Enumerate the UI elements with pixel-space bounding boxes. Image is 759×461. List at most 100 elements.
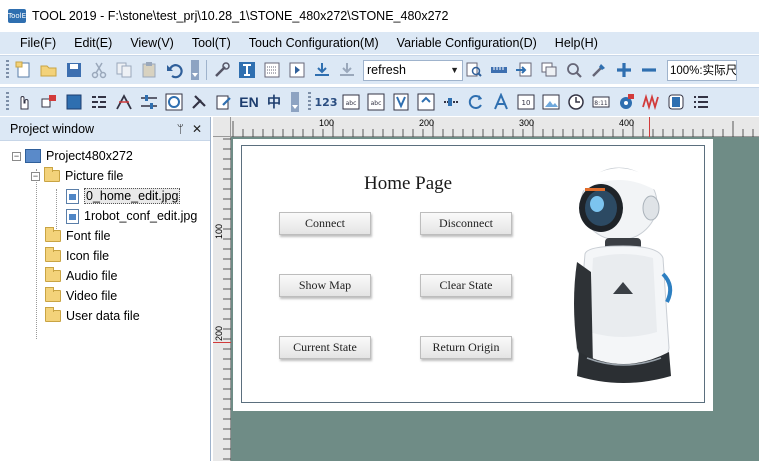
list-icon[interactable] bbox=[690, 91, 712, 113]
menu-file[interactable]: File(F) bbox=[20, 36, 56, 50]
clear-state-button[interactable]: Clear State bbox=[420, 274, 512, 297]
zoom-out-icon[interactable] bbox=[638, 59, 660, 81]
expand-icon[interactable] bbox=[415, 91, 437, 113]
undo-icon[interactable] bbox=[163, 59, 185, 81]
english-language-button[interactable]: EN bbox=[238, 91, 260, 113]
tree-item-picture-file[interactable]: 1robot_conf_edit.jpg bbox=[66, 206, 197, 226]
toolbar-overflow-icon[interactable] bbox=[191, 60, 199, 80]
tree-item-picture-folder[interactable]: − Picture file bbox=[31, 166, 123, 186]
app-icon: ToolE bbox=[8, 9, 26, 23]
show-map-button[interactable]: Show Map bbox=[279, 274, 371, 297]
command-combo[interactable]: refresh ▼ bbox=[363, 59, 463, 81]
svg-text:8:11: 8:11 bbox=[594, 100, 608, 107]
edit-icon[interactable] bbox=[213, 91, 235, 113]
align-icon[interactable] bbox=[88, 91, 110, 113]
menu-variable-configuration[interactable]: Variable Configuration(D) bbox=[397, 36, 537, 50]
chinese-language-button[interactable]: 中 bbox=[263, 91, 285, 113]
chevron-down-icon[interactable]: ▼ bbox=[450, 65, 459, 75]
search-page-icon[interactable] bbox=[463, 59, 485, 81]
save-icon[interactable] bbox=[63, 59, 85, 81]
progress-bar-icon[interactable] bbox=[440, 91, 462, 113]
tree-item-icon-folder[interactable]: Icon file bbox=[45, 246, 109, 266]
variable-icon[interactable] bbox=[390, 91, 412, 113]
import-icon[interactable] bbox=[513, 59, 535, 81]
open-folder-icon[interactable] bbox=[38, 59, 60, 81]
download-icon[interactable] bbox=[311, 59, 333, 81]
collapse-icon[interactable]: − bbox=[12, 151, 21, 161]
folder-icon bbox=[45, 247, 61, 262]
number-display-icon[interactable]: 10 bbox=[515, 91, 537, 113]
widget-toolbar: EN 中 123 abc abc 10 8:11 bbox=[0, 87, 759, 116]
text-tool-icon[interactable] bbox=[236, 59, 258, 81]
rotate-icon[interactable] bbox=[465, 91, 487, 113]
settings-icon[interactable] bbox=[615, 91, 637, 113]
project-window-title: Project window bbox=[10, 121, 95, 136]
menu-help[interactable]: Help(H) bbox=[555, 36, 598, 50]
zoom-icon[interactable] bbox=[563, 59, 585, 81]
hand-pointer-icon[interactable] bbox=[13, 91, 35, 113]
windows-icon[interactable] bbox=[538, 59, 560, 81]
menu-touch-configuration[interactable]: Touch Configuration(M) bbox=[249, 36, 379, 50]
zoom-field[interactable]: 100%:实际尺 bbox=[667, 59, 737, 81]
menu-bar: File(F) Edit(E) View(V) Tool(T) Touch Co… bbox=[0, 32, 759, 54]
home-page-title: Home Page bbox=[364, 173, 453, 194]
return-origin-button[interactable]: Return Origin bbox=[420, 336, 512, 359]
toolbar-grip[interactable] bbox=[308, 92, 311, 112]
toggle-icon[interactable] bbox=[665, 91, 687, 113]
tree-item-project[interactable]: − Project480x272 bbox=[12, 146, 133, 166]
font-icon[interactable] bbox=[490, 91, 512, 113]
new-project-icon[interactable] bbox=[13, 59, 35, 81]
digital-clock-icon[interactable]: 8:11 bbox=[590, 91, 612, 113]
toolbar-grip[interactable] bbox=[6, 60, 9, 80]
design-page[interactable]: Home Page Connect Disconnect Show Map Cl… bbox=[233, 139, 713, 411]
ruler-label: 100 bbox=[319, 118, 335, 128]
eyedropper-icon[interactable] bbox=[588, 59, 610, 81]
target-icon[interactable] bbox=[163, 91, 185, 113]
ruler-icon[interactable] bbox=[488, 59, 510, 81]
disconnect-button[interactable]: Disconnect bbox=[420, 212, 512, 235]
tree-item-user-data-folder[interactable]: User data file bbox=[45, 306, 140, 326]
close-icon[interactable]: ✕ bbox=[192, 122, 202, 136]
toolbar-overflow-icon[interactable] bbox=[291, 92, 299, 112]
image-icon[interactable] bbox=[540, 91, 562, 113]
menu-edit[interactable]: Edit(E) bbox=[74, 36, 112, 50]
copy-icon[interactable] bbox=[113, 59, 135, 81]
tree-item-video-folder[interactable]: Video file bbox=[45, 286, 117, 306]
keyboard-icon[interactable] bbox=[261, 59, 283, 81]
zoom-in-icon[interactable] bbox=[613, 59, 635, 81]
wave-chart-icon[interactable] bbox=[640, 91, 662, 113]
collapse-icon[interactable]: − bbox=[31, 171, 40, 181]
curve-icon[interactable] bbox=[113, 91, 135, 113]
toolbar-grip[interactable] bbox=[6, 92, 9, 112]
tree-item-audio-folder[interactable]: Audio file bbox=[45, 266, 117, 286]
tree-item-font-folder[interactable]: Font file bbox=[45, 226, 110, 246]
slider-icon[interactable] bbox=[138, 91, 160, 113]
text-area-icon[interactable]: abc bbox=[365, 91, 387, 113]
ruler-corner bbox=[213, 117, 231, 137]
svg-text:abc: abc bbox=[346, 100, 357, 107]
connect-button[interactable]: Connect bbox=[279, 212, 371, 235]
ruler-label: 200 bbox=[214, 325, 224, 341]
picture-folder-label: Picture file bbox=[65, 169, 124, 183]
wrench-icon[interactable] bbox=[188, 91, 210, 113]
text-box-icon[interactable]: abc bbox=[340, 91, 362, 113]
horizontal-ruler: 100 200 300 400 bbox=[231, 117, 759, 137]
play-icon[interactable] bbox=[286, 59, 308, 81]
menu-tool[interactable]: Tool(T) bbox=[192, 36, 231, 50]
rectangle-icon[interactable] bbox=[63, 91, 85, 113]
design-canvas[interactable]: 100 200 300 400 100 200 Home Page Connec… bbox=[213, 117, 759, 461]
menu-view[interactable]: View(V) bbox=[130, 36, 174, 50]
pin-icon[interactable]: ᛘ bbox=[177, 122, 184, 136]
paste-icon[interactable] bbox=[138, 59, 160, 81]
group-icon[interactable] bbox=[38, 91, 60, 113]
folder-icon bbox=[44, 167, 60, 182]
tree-item-picture-file[interactable]: 0_home_edit.jpg bbox=[66, 186, 181, 206]
cut-icon[interactable] bbox=[88, 59, 110, 81]
tools-icon[interactable] bbox=[211, 59, 233, 81]
number-widget-button[interactable]: 123 bbox=[315, 91, 338, 113]
clock-icon[interactable] bbox=[565, 91, 587, 113]
image-file-icon bbox=[66, 188, 79, 204]
tree-guide-line bbox=[56, 189, 57, 229]
upload-download-icon[interactable] bbox=[336, 59, 358, 81]
current-state-button[interactable]: Current State bbox=[279, 336, 371, 359]
